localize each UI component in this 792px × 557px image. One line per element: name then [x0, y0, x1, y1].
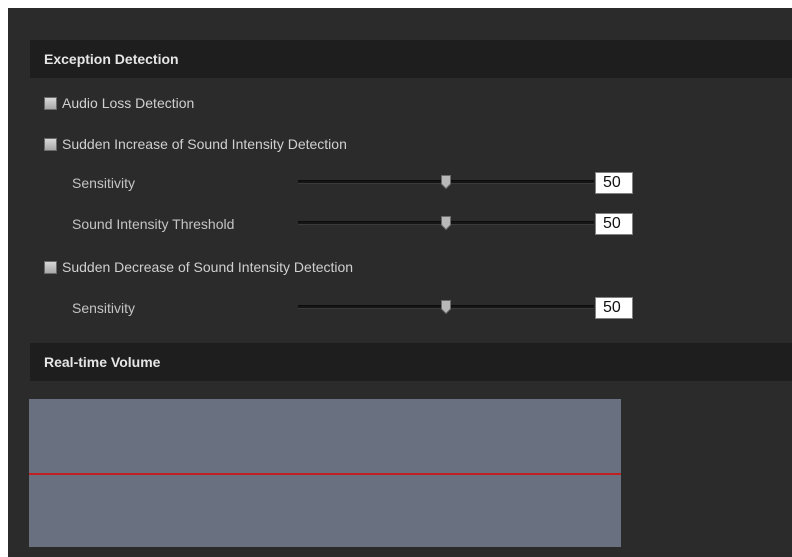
slider-thumb-icon[interactable]: [441, 175, 451, 189]
threshold-line: [29, 473, 621, 475]
threshold-slider[interactable]: [298, 216, 594, 230]
decrease-sensitivity-label: Sensitivity: [72, 300, 136, 316]
settings-panel: Exception Detection Audio Loss Detection…: [8, 8, 792, 557]
decrease-sensitivity-slider[interactable]: [298, 300, 594, 314]
threshold-label: Sound Intensity Threshold: [72, 216, 235, 232]
exception-detection-header: Exception Detection: [30, 40, 792, 78]
audio-loss-label[interactable]: Audio Loss Detection: [62, 92, 194, 114]
slider-thumb-icon[interactable]: [441, 216, 451, 230]
sudden-increase-label[interactable]: Sudden Increase of Sound Intensity Detec…: [62, 133, 347, 155]
increase-sensitivity-label: Sensitivity: [72, 175, 136, 191]
realtime-volume-header: Real-time Volume: [30, 343, 792, 381]
increase-sensitivity-value[interactable]: 50: [595, 172, 633, 194]
sudden-decrease-checkbox[interactable]: [44, 261, 57, 274]
slider-thumb-icon[interactable]: [441, 300, 451, 314]
audio-loss-checkbox[interactable]: [44, 97, 57, 110]
volume-meter: [29, 399, 621, 547]
threshold-value[interactable]: 50: [595, 213, 633, 235]
sudden-decrease-label[interactable]: Sudden Decrease of Sound Intensity Detec…: [62, 256, 353, 278]
increase-sensitivity-slider[interactable]: [298, 175, 594, 189]
sudden-increase-checkbox[interactable]: [44, 138, 57, 151]
decrease-sensitivity-value[interactable]: 50: [595, 297, 633, 319]
